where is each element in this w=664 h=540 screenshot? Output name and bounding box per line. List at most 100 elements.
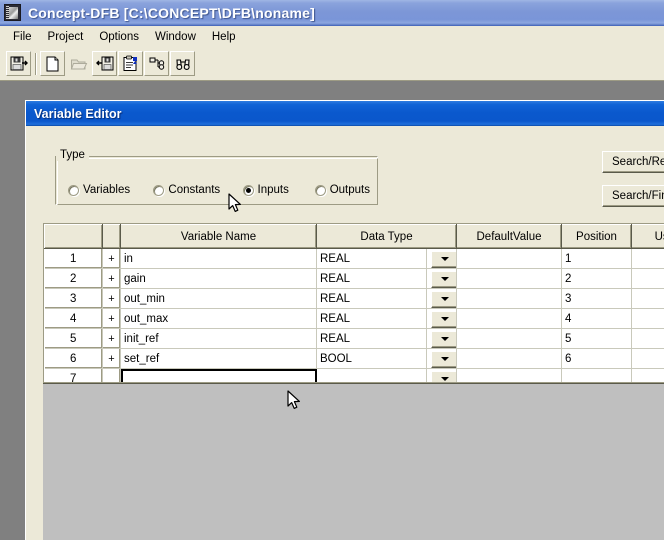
position-cell[interactable]: 5 <box>562 329 632 349</box>
save-button[interactable] <box>92 51 117 76</box>
variable-editor-lower-pane <box>43 383 664 540</box>
menu-item-options[interactable]: Options <box>91 28 147 46</box>
col-header-position[interactable]: Position <box>562 225 632 249</box>
row-expand-cell[interactable]: + <box>103 349 121 369</box>
variable-name-cell[interactable]: out_max <box>121 309 317 329</box>
data-type-dropdown-button[interactable] <box>431 331 457 348</box>
col-header-variable-name[interactable]: Variable Name <box>121 225 317 249</box>
open-folder-button[interactable] <box>66 51 91 76</box>
application-window: Concept-DFB [C:\CONCEPT\DFB\noname] File… <box>0 0 664 532</box>
radio-constants[interactable]: Constants <box>153 184 234 196</box>
mdi-client-area: Variable Editor Type Variables Constants <box>0 81 664 532</box>
row-expand-cell[interactable]: + <box>103 249 121 269</box>
row-number-cell[interactable]: 6 <box>45 349 103 369</box>
radio-outputs[interactable]: Outputs <box>315 184 370 196</box>
structure-tree-button[interactable] <box>144 51 169 76</box>
table-row[interactable]: 5+init_refREAL5 <box>45 329 664 349</box>
search-replace-button[interactable]: Search/Replace <box>602 151 664 173</box>
default-value-cell[interactable] <box>457 269 562 289</box>
radio-variables[interactable]: Variables <box>68 184 145 196</box>
data-type-dropdown-button[interactable] <box>431 351 457 368</box>
radio-dot-icon <box>243 185 254 196</box>
default-value-cell[interactable] <box>457 249 562 269</box>
data-type-dropdown-button[interactable] <box>431 371 457 384</box>
variable-name-cell[interactable]: out_min <box>121 289 317 309</box>
col-header-default-value[interactable]: DefaultValue <box>457 225 562 249</box>
search-replace-button-label: Search/Replace <box>612 156 664 168</box>
row-expand-cell[interactable]: + <box>103 269 121 289</box>
default-value-cell[interactable] <box>457 369 562 384</box>
data-type-cell[interactable]: BOOL <box>317 349 427 369</box>
save-as-button[interactable] <box>6 51 31 76</box>
default-value-cell[interactable] <box>457 289 562 309</box>
properties-icon <box>122 55 140 73</box>
variable-grid[interactable]: Variable Name Data Type DefaultValue Pos… <box>43 223 664 383</box>
new-document-button[interactable] <box>40 51 65 76</box>
variable-name-cell[interactable]: set_ref <box>121 349 317 369</box>
table-header-row: Variable Name Data Type DefaultValue Pos… <box>45 225 664 249</box>
row-expand-cell[interactable] <box>103 369 121 384</box>
position-cell[interactable]: 2 <box>562 269 632 289</box>
radio-inputs[interactable]: Inputs <box>243 184 307 196</box>
col-header-expand[interactable] <box>103 225 121 249</box>
variable-name-cell[interactable]: gain <box>121 269 317 289</box>
variable-name-cell[interactable] <box>121 369 317 384</box>
col-header-rownum[interactable] <box>45 225 103 249</box>
row-number-cell[interactable]: 1 <box>45 249 103 269</box>
chevron-down-icon <box>441 357 449 361</box>
table-row[interactable]: 1+inREAL1 <box>45 249 664 269</box>
radio-label-outputs: Outputs <box>330 184 370 196</box>
variable-name-cell[interactable]: init_ref <box>121 329 317 349</box>
col-header-data-type[interactable]: Data Type <box>317 225 457 249</box>
row-expand-cell[interactable]: + <box>103 309 121 329</box>
data-type-cell[interactable]: REAL <box>317 329 427 349</box>
menu-item-help[interactable]: Help <box>204 28 244 46</box>
menubar: File Project Options Window Help <box>0 26 664 47</box>
data-type-cell[interactable]: REAL <box>317 289 427 309</box>
table-row[interactable]: 6+set_refBOOL6 <box>45 349 664 369</box>
data-type-cell[interactable]: REAL <box>317 269 427 289</box>
default-value-cell[interactable] <box>457 329 562 349</box>
find-button[interactable] <box>170 51 195 76</box>
row-expand-cell[interactable]: + <box>103 329 121 349</box>
radio-label-variables: Variables <box>83 184 130 196</box>
position-cell[interactable] <box>562 369 632 384</box>
data-type-dropdown-button[interactable] <box>431 311 457 328</box>
properties-button[interactable] <box>118 51 143 76</box>
table-row[interactable]: 2+gainREAL2 <box>45 269 664 289</box>
menu-item-project[interactable]: Project <box>40 28 92 46</box>
data-type-dropdown-button[interactable] <box>431 251 457 268</box>
used-cell <box>632 309 664 329</box>
position-cell[interactable]: 3 <box>562 289 632 309</box>
row-number-cell[interactable]: 7 <box>45 369 103 384</box>
table-row[interactable]: 3+out_minREAL3 <box>45 289 664 309</box>
used-cell <box>632 369 664 384</box>
menu-item-file[interactable]: File <box>5 28 40 46</box>
table-row[interactable]: 7 <box>45 369 664 384</box>
search-find-button[interactable]: Search/Find... <box>602 185 664 207</box>
position-cell[interactable]: 6 <box>562 349 632 369</box>
default-value-cell[interactable] <box>457 349 562 369</box>
table-row[interactable]: 4+out_maxREAL4 <box>45 309 664 329</box>
default-value-cell[interactable] <box>457 309 562 329</box>
row-number-cell[interactable]: 4 <box>45 309 103 329</box>
row-number-cell[interactable]: 3 <box>45 289 103 309</box>
data-type-dropdown-button[interactable] <box>431 271 457 288</box>
data-type-cell[interactable]: REAL <box>317 309 427 329</box>
variable-table: Variable Name Data Type DefaultValue Pos… <box>44 224 664 383</box>
col-header-used[interactable]: Used <box>632 225 664 249</box>
row-number-cell[interactable]: 5 <box>45 329 103 349</box>
row-number-cell[interactable]: 2 <box>45 269 103 289</box>
row-expand-cell[interactable]: + <box>103 289 121 309</box>
menu-item-window[interactable]: Window <box>147 28 204 46</box>
variable-name-cell[interactable]: in <box>121 249 317 269</box>
data-type-dropdown-button[interactable] <box>431 291 457 308</box>
chevron-down-icon <box>441 277 449 281</box>
position-cell[interactable]: 4 <box>562 309 632 329</box>
position-cell[interactable]: 1 <box>562 249 632 269</box>
app-icon <box>4 4 21 21</box>
data-type-cell[interactable]: REAL <box>317 249 427 269</box>
radio-dot-icon <box>315 185 326 196</box>
data-type-cell[interactable] <box>317 369 427 384</box>
open-folder-icon <box>70 55 88 73</box>
